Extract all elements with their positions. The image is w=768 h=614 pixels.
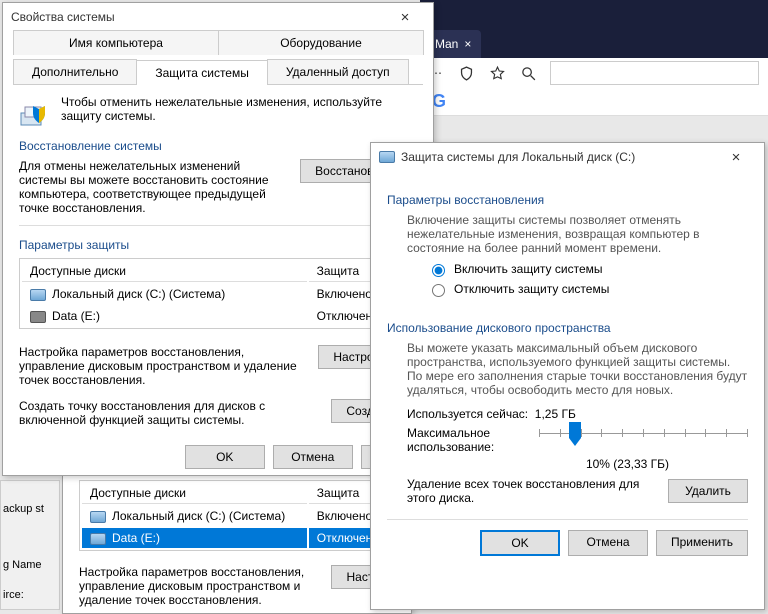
tab-advanced[interactable]: Дополнительно [13,59,137,84]
cancel-button[interactable]: Отмена [273,445,353,469]
table-row[interactable]: Локальный диск (C:) (Система)Включено [82,506,392,526]
disk-usage-text: Вы можете указать максимальный объем дис… [407,341,748,397]
table-row[interactable]: Data (E:)Отключено [82,528,392,548]
window-title: Защита системы для Локальный диск (C:) [401,150,716,164]
max-usage-label1: Максимальное [407,426,527,440]
bg-panel-fragment: ackup st g Name irce: [0,480,60,610]
cancel-button[interactable]: Отмена [568,530,648,556]
window-title: Свойства системы [11,10,385,24]
used-now-value: 1,25 ГБ [535,407,576,421]
radio-input[interactable] [432,284,445,297]
radio-input[interactable] [432,264,445,277]
ok-button[interactable]: OK [185,445,265,469]
titlebar: Защита системы для Локальный диск (C:) × [371,143,764,171]
params-heading: Параметры защиты [19,238,417,252]
shield-tracking-icon[interactable] [458,64,475,82]
google-bar: G [420,88,768,116]
search-input[interactable] [551,62,758,84]
tab-remote[interactable]: Удаленный доступ [267,59,409,84]
radio-disable-protection[interactable]: Отключить защиту системы [427,281,748,297]
col-disks: Доступные диски [22,261,307,282]
info-text: Чтобы отменить нежелательные изменения, … [61,95,417,123]
tab-hardware[interactable]: Оборудование [218,30,424,55]
col-disks: Доступные диски [82,483,307,504]
restore-params-text: Включение защиты системы позволяет отмен… [407,213,748,255]
disk-table-bg: Доступные дискиЗащита Локальный диск (C:… [79,480,395,551]
restore-params-heading: Параметры восстановления [387,193,748,207]
close-icon[interactable]: × [716,149,756,166]
google-logo: G [432,91,446,112]
bookmark-star-icon[interactable] [489,64,506,82]
bg-label: irce: [1,585,59,605]
close-icon[interactable]: × [385,9,425,26]
tab-system-protection[interactable]: Защита системы [136,60,267,85]
tab-computer-name[interactable]: Имя компьютера [13,30,219,55]
disk-icon [30,289,46,301]
disk-icon [379,151,395,163]
table-row[interactable]: Data (E:)Отключено [22,306,414,326]
protection-dialog: Защита системы для Локальный диск (C:) ×… [370,142,765,610]
disk-table: Доступные дискиЗащита Локальный диск (C:… [19,258,417,329]
restore-text: Для отмены нежелательных изменений систе… [19,159,288,215]
bg-label: g Name [1,555,59,575]
disk-icon [30,311,46,323]
restore-heading: Восстановление системы [19,139,417,153]
tab-title: Man [435,37,458,51]
disk-icon [90,511,106,523]
disk-usage-heading: Использование дискового пространства [387,321,748,335]
max-usage-slider[interactable] [539,425,748,455]
search-icon[interactable] [520,64,537,82]
shield-icon [19,95,51,127]
bg-sysprops-fragment: Доступные дискиЗащита Локальный диск (C:… [62,476,412,614]
configure-text: Настройка параметров восстановления, упр… [19,345,306,387]
radio-enable-protection[interactable]: Включить защиту системы [427,261,748,277]
delete-text: Удаление всех точек восстановления для э… [407,477,656,505]
max-usage-value: 10% (23,33 ГБ) [507,457,748,471]
slider-thumb-icon[interactable] [567,422,583,448]
create-text: Создать точку восстановления для дисков … [19,399,319,427]
bg-label: ackup st [1,499,59,519]
max-usage-label2: использование: [407,440,527,454]
titlebar: Свойства системы × [3,3,433,31]
browser-chrome: Man × ⋯ [420,0,768,88]
table-row[interactable]: Локальный диск (C:) (Система)Включено [22,284,414,304]
apply-button[interactable]: Применить [656,530,748,556]
toolbar: ⋯ [420,58,768,88]
used-now-label: Используется сейчас: [407,407,528,421]
configure-text-bg: Настройка параметров восстановления, упр… [79,565,319,607]
delete-button[interactable]: Удалить [668,479,748,503]
disk-icon [90,533,106,545]
ok-button[interactable]: OK [480,530,560,556]
tab-close-icon[interactable]: × [464,37,471,51]
